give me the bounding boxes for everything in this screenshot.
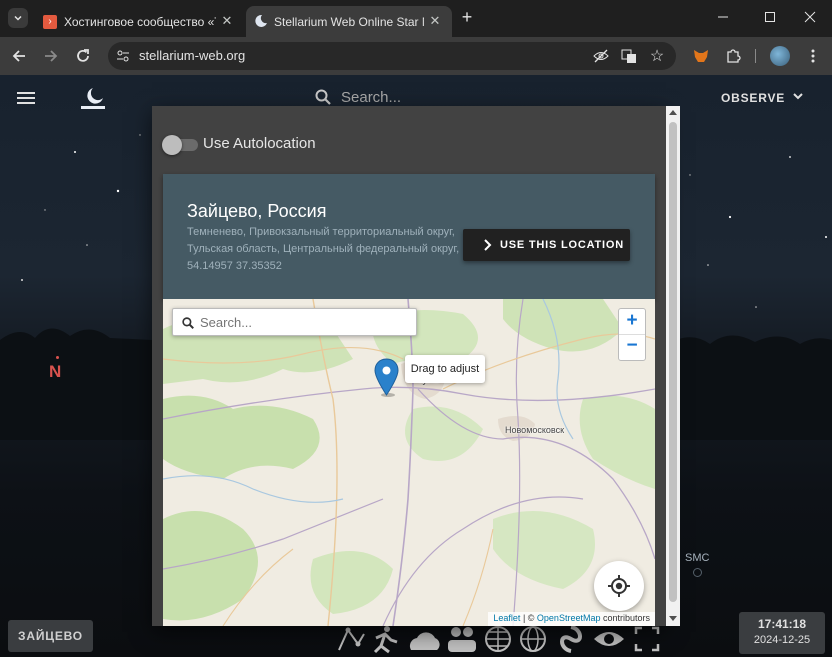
address-line-2: Тульская область, Центральный федеральны…: [187, 243, 460, 255]
map-search-box[interactable]: Search...: [172, 308, 417, 336]
location-title: Зайцево, Россия: [187, 201, 327, 221]
minimize-icon[interactable]: [716, 10, 730, 24]
zoom-in-button[interactable]: +: [619, 309, 645, 335]
address-bar[interactable]: stellarium-web.org ☆: [108, 42, 676, 70]
map-tiles: [163, 299, 655, 626]
stellarium-logo-icon: [78, 83, 108, 113]
scrollbar-thumb[interactable]: [669, 122, 677, 602]
time-text: 17:41:18: [757, 617, 807, 631]
autolocation-label: Use Autolocation: [203, 135, 316, 152]
translate-icon[interactable]: [620, 47, 638, 65]
eye-off-icon[interactable]: [592, 47, 610, 65]
attribution-separator: | ©: [520, 613, 537, 623]
chevron-right-icon: [484, 239, 492, 251]
time-display[interactable]: 17:41:18 2024-12-25: [739, 612, 825, 654]
dso-galaxy-icon[interactable]: [556, 624, 586, 657]
tooltip-text: Drag to adjust: [410, 363, 480, 375]
url-text: stellarium-web.org: [139, 48, 246, 63]
map-attribution: Leaflet | © OpenStreetMap contributors: [488, 612, 655, 626]
close-window-icon[interactable]: [803, 10, 817, 24]
coordinates: 54.14957 37.35352: [187, 260, 282, 272]
address-line-1: Темненево, Привокзальный территориальный…: [187, 226, 455, 238]
bookmark-star-icon[interactable]: ☆: [648, 47, 666, 65]
metamask-fox-icon[interactable]: [692, 47, 710, 65]
tab-search-button[interactable]: [8, 8, 28, 28]
osm-link[interactable]: OpenStreetMap: [537, 613, 601, 623]
chevron-down-icon: [793, 93, 803, 100]
tab-hosting[interactable]: › Хостинговое сообщество «Tim ✕: [36, 6, 242, 37]
date-text: 2024-12-25: [753, 634, 811, 646]
search-icon[interactable]: [313, 87, 333, 107]
azimuthal-grid-icon[interactable]: [483, 624, 513, 657]
constellations-art-icon[interactable]: [371, 624, 399, 657]
smc-label: SMC: [685, 552, 710, 564]
location-button[interactable]: ЗАЙЦЕВО: [8, 620, 93, 652]
chevron-down-icon: [14, 15, 22, 21]
locate-me-button[interactable]: [594, 561, 644, 611]
attribution-suffix: contributors: [600, 613, 650, 623]
fullscreen-icon[interactable]: [634, 624, 660, 657]
site-info-icon[interactable]: [114, 47, 132, 65]
use-this-location-button[interactable]: USE THIS LOCATION: [463, 229, 630, 261]
dialog-scrollbar-track[interactable]: [666, 106, 680, 626]
maximize-icon[interactable]: [763, 10, 777, 24]
location-button-label: ЗАЙЦЕВО: [18, 629, 83, 643]
extensions-puzzle-icon[interactable]: [724, 47, 742, 65]
map-search-placeholder: Search...: [200, 315, 253, 330]
menu-kebab-icon[interactable]: [804, 47, 822, 65]
crosshair-gps-icon: [608, 575, 630, 597]
north-star-dot: [56, 356, 59, 359]
smc-marker: [693, 568, 702, 577]
close-tab-icon[interactable]: ✕: [220, 13, 234, 28]
back-arrow-icon[interactable]: [10, 47, 28, 65]
close-tab-icon[interactable]: ✕: [428, 13, 442, 28]
observe-label: OBSERVE: [721, 91, 786, 105]
observe-button[interactable]: OBSERVE: [721, 91, 804, 105]
profile-avatar[interactable]: [770, 46, 790, 66]
night-mode-eye-icon[interactable]: [592, 624, 626, 657]
compass-north: N: [49, 356, 62, 382]
reload-icon[interactable]: [74, 47, 92, 65]
landscape-icon[interactable]: [446, 624, 478, 657]
location-marker-icon[interactable]: [374, 358, 399, 397]
drag-tooltip: Drag to adjust: [405, 355, 485, 383]
tab-strip: › Хостинговое сообщество «Tim ✕ Stellari…: [0, 0, 832, 37]
tab-title: Хостинговое сообщество «Tim: [64, 15, 216, 29]
sky-search-input[interactable]: Search...: [341, 89, 401, 106]
new-tab-icon[interactable]: +: [458, 7, 476, 27]
moon-favicon-icon: [254, 14, 268, 28]
hosting-favicon-icon: ›: [43, 15, 57, 29]
tab-title: Stellarium Web Online Star Map: [274, 15, 424, 29]
autolocation-toggle[interactable]: [162, 135, 198, 155]
city-label-novomoskovsk: Новомосковск: [505, 425, 565, 435]
equatorial-grid-icon[interactable]: [518, 624, 548, 657]
use-this-location-label: USE THIS LOCATION: [500, 239, 625, 251]
compass-north-label: N: [49, 362, 62, 381]
tab-stellarium[interactable]: Stellarium Web Online Star Map ✕: [246, 6, 452, 37]
forward-arrow-icon[interactable]: [42, 47, 60, 65]
search-icon: [182, 317, 194, 329]
constellations-lines-icon[interactable]: [336, 624, 366, 657]
zoom-control: + −: [618, 308, 646, 361]
scroll-up-arrow-icon[interactable]: [669, 110, 677, 115]
toggle-thumb: [162, 135, 182, 155]
hamburger-menu-icon[interactable]: [15, 89, 37, 107]
scroll-down-arrow-icon[interactable]: [669, 616, 677, 621]
toolbar-divider: [755, 49, 756, 63]
atmosphere-icon[interactable]: [407, 624, 441, 657]
location-map[interactable]: Search... + − Тула Новомосковск Drag to …: [163, 299, 655, 626]
leaflet-link[interactable]: Leaflet: [493, 613, 520, 623]
zoom-out-button[interactable]: −: [619, 335, 645, 360]
